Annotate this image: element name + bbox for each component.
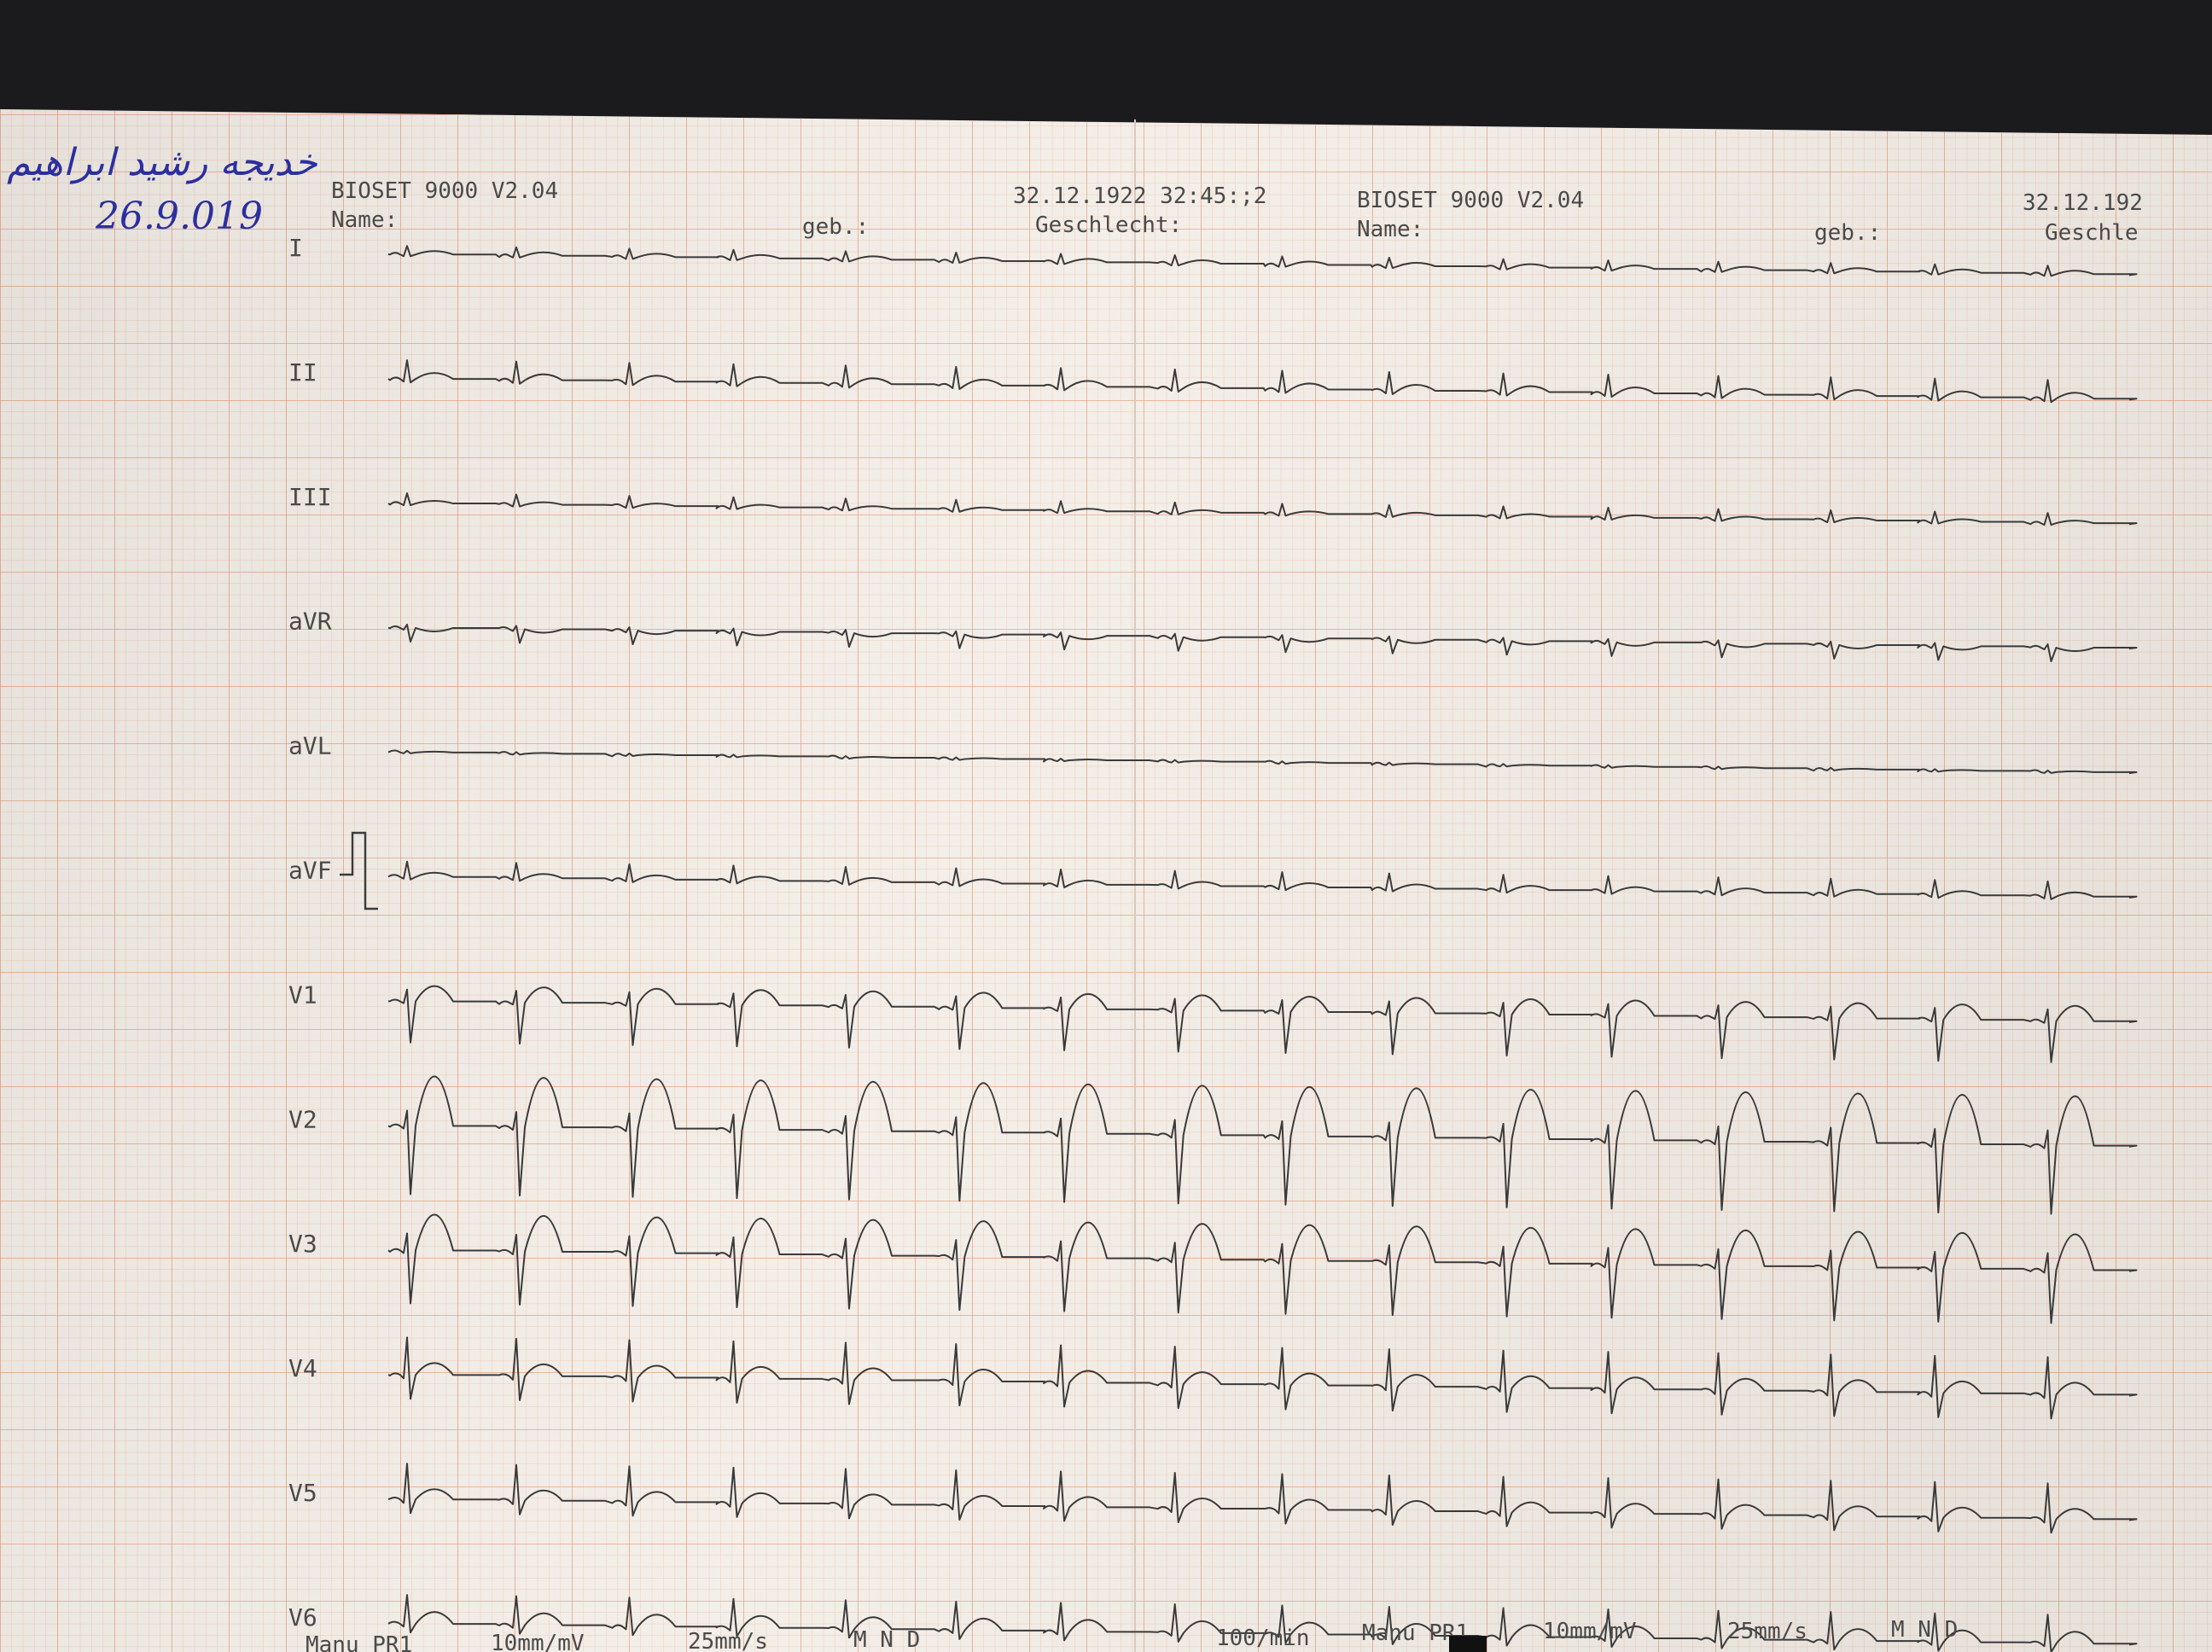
- lead-label: III: [288, 483, 332, 511]
- filters-label: M N D: [853, 1627, 920, 1652]
- geb-label: geb.:: [1814, 220, 1881, 246]
- handwritten-date: 26.9.019: [95, 195, 263, 238]
- lead-label: V6: [288, 1603, 317, 1632]
- gain-label: 10mm/mV: [491, 1631, 585, 1652]
- lead-label: V1: [288, 980, 317, 1009]
- name-label: Name:: [1357, 217, 1423, 242]
- datetime-label: 32.12.1922 32:45:;2: [1013, 183, 1266, 209]
- ecg-photo: خديجه رشيد ابراهيم 26.9.019 BIOSET 9000 …: [0, 0, 2212, 1652]
- device-label: BIOSET 9000 V2.04: [1357, 188, 1584, 213]
- lead-label: II: [288, 358, 317, 387]
- speed-label: 25mm/s: [1727, 1619, 1807, 1644]
- gain-label: 10mm/mV: [1543, 1619, 1637, 1644]
- device-label: BIOSET 9000 V2.04: [331, 178, 558, 204]
- lead-label: I: [288, 234, 303, 262]
- gender-label: Geschlecht:: [1035, 212, 1182, 238]
- gender-label: Geschle: [2045, 220, 2139, 246]
- ecg-paper: [0, 109, 2212, 1652]
- datetime-label: 32.12.192: [2023, 190, 2143, 216]
- handwritten-name: خديجه رشيد ابراهيم: [7, 141, 318, 184]
- geb-label: geb.:: [802, 214, 869, 240]
- lead-label: aVF: [288, 857, 332, 885]
- lead-label: aVL: [288, 732, 332, 760]
- lead-label: V2: [288, 1105, 317, 1133]
- lead-label: V3: [288, 1230, 317, 1258]
- rate-label: 100/min: [1216, 1626, 1310, 1651]
- lead-label: V4: [288, 1354, 317, 1382]
- filters-label: M N D: [1891, 1617, 1958, 1643]
- lead-label: aVR: [288, 608, 332, 636]
- name-label: Name:: [331, 207, 398, 233]
- speed-label: 25mm/s: [688, 1629, 768, 1652]
- marker-block: [1449, 1636, 1487, 1652]
- lead-label: V5: [288, 1479, 317, 1507]
- mode-label: Manu PR1: [306, 1632, 412, 1652]
